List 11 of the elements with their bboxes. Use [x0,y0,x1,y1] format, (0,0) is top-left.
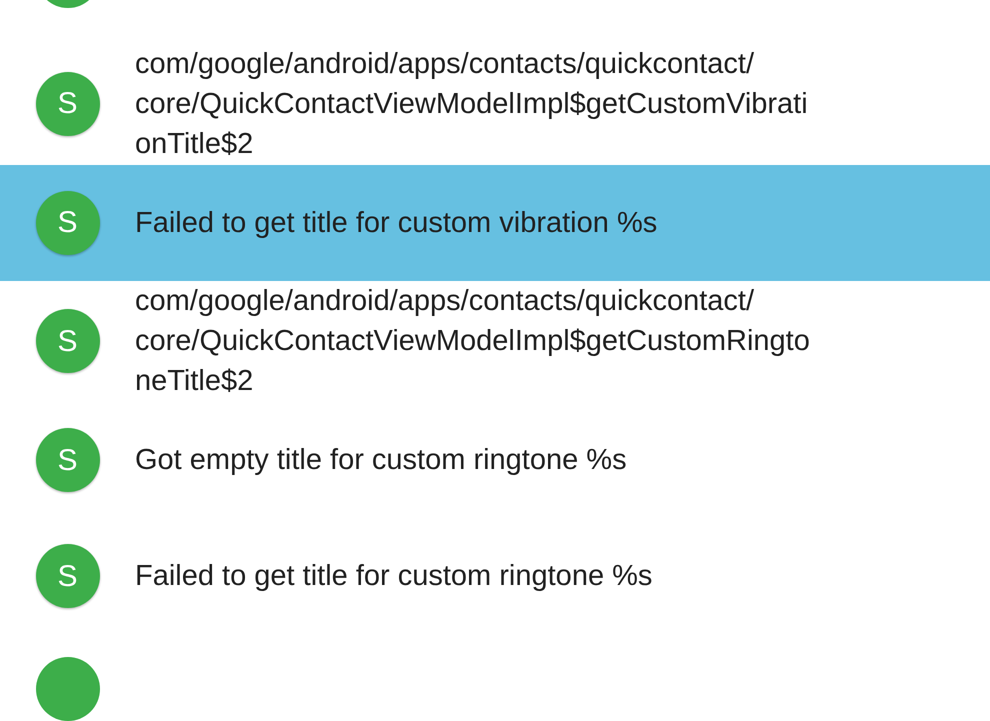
list-item[interactable]: S Failed to get title for custom vibration %s [0,164,990,280]
avatar: S [36,190,100,254]
log-message: Failed to get title for custom ringtone %s [135,559,652,594]
avatar: S [36,428,100,492]
avatar: S [36,72,100,136]
log-message: com/google/android/apps/contacts/quickcontact/ core/QuickContactViewModelImpl$getCustomRingto neTitle$2 [135,284,810,400]
log-message: com/google/android/apps/contacts/quickcontact/ core/QuickContactViewModelImpl$getCustomVibrati onTitle$2 [135,46,808,162]
avatar: S [36,309,100,374]
log-message: Got empty title for custom ringtone %s [135,443,627,478]
log-message: Failed to get title for custom vibration %s [135,206,658,240]
avatar: S [36,544,100,608]
